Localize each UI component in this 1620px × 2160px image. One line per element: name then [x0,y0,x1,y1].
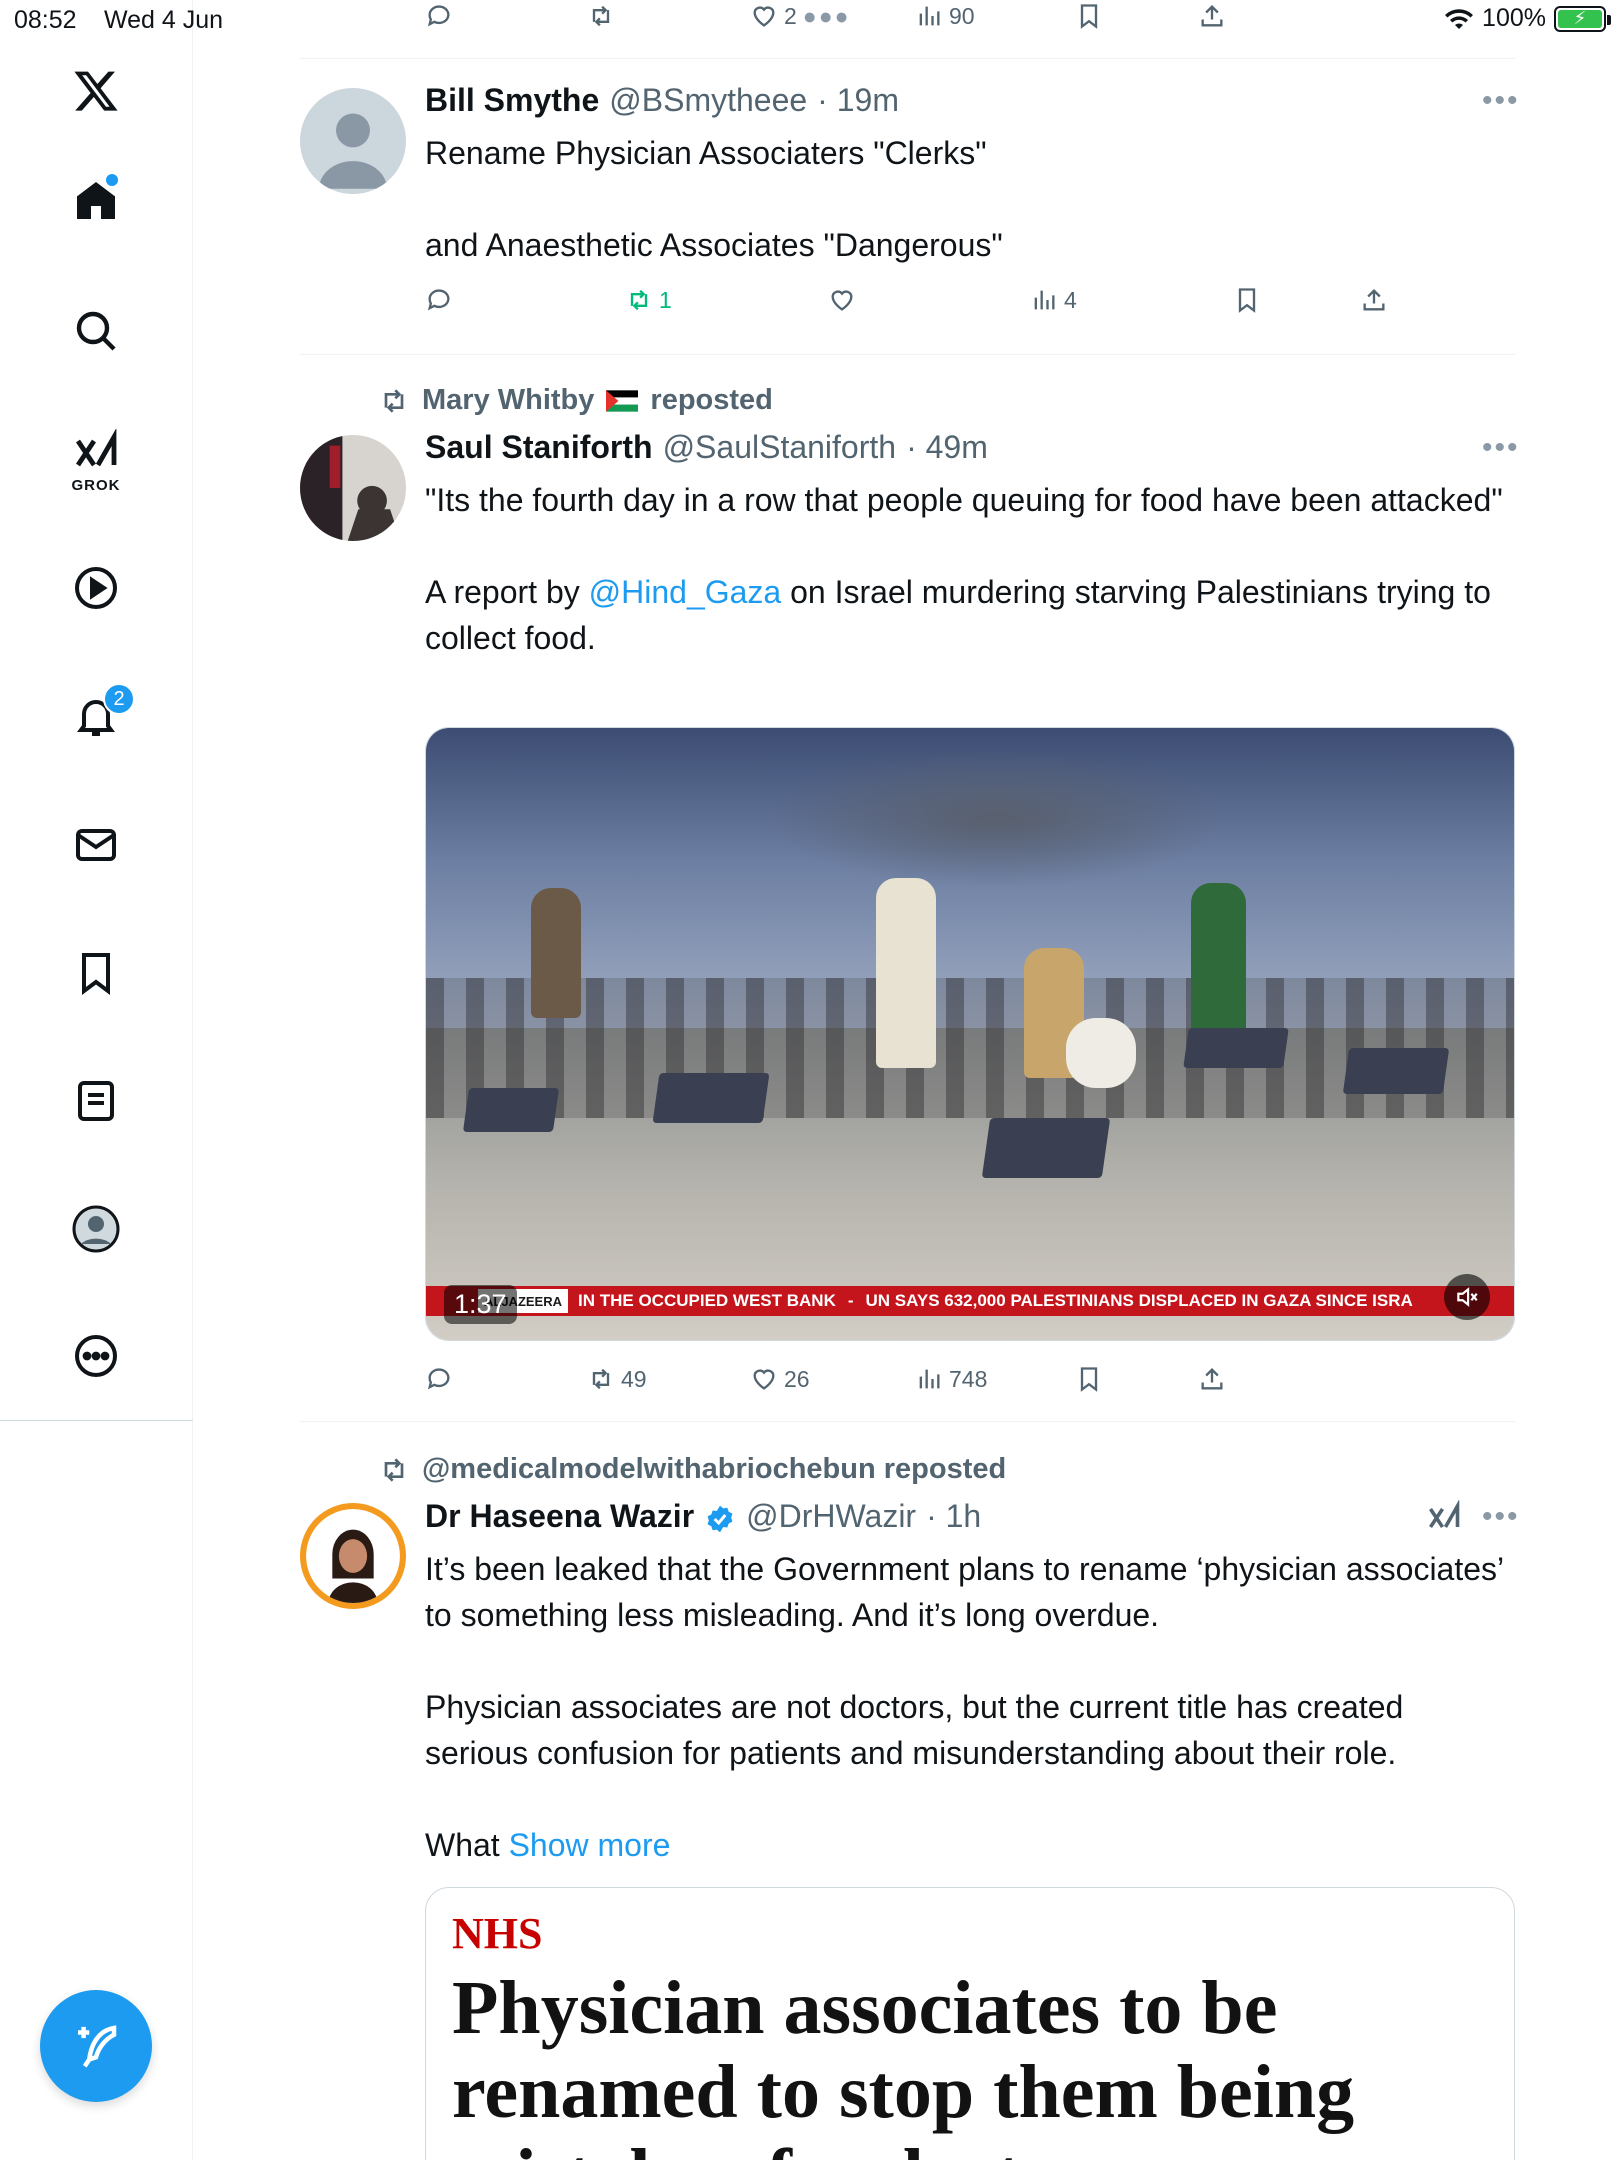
show-more-link[interactable]: Show more [509,1827,671,1863]
news-ticker: ALJAZEERA IN THE OCCUPIED WEST BANK - UN… [426,1286,1514,1316]
verified-badge-icon [704,1498,736,1535]
tweet-paragraph: Physician associates are not doctors, bu… [425,1689,1404,1771]
mute-button[interactable] [1444,1274,1490,1320]
author-handle[interactable]: @BSmytheee [609,82,807,119]
reposted-label: reposted [650,384,773,416]
tweet-actions: 49 26 748 [425,1365,1435,1405]
retweet-icon [384,388,404,413]
retweet-button[interactable]: 1 [625,286,672,314]
tweet-text-prefix: A report by [425,574,589,610]
author-name[interactable]: Bill Smythe [425,82,599,119]
card-section: NHS [452,1909,543,1958]
reply-button[interactable] [425,1365,453,1393]
retweet-count: 1 [659,286,672,313]
grok-explain-icon[interactable] [1426,1500,1462,1536]
x-logo-icon[interactable] [63,58,129,124]
like-button[interactable] [828,286,856,314]
battery-percent: 100% [1482,4,1546,32]
battery-icon: ⚡ [1554,5,1611,32]
tweet-divider [300,354,1515,355]
speaker-muted-icon [1457,1287,1478,1307]
avatar[interactable] [300,88,406,194]
retweet-icon [384,1457,404,1482]
ticker-text-1: IN THE OCCUPIED WEST BANK [578,1291,836,1310]
bookmark-button[interactable] [1075,1365,1103,1393]
views-button[interactable]: 4 [1030,286,1077,314]
like-button[interactable]: 26 [750,1365,810,1393]
retweet-button[interactable]: 49 [587,1365,647,1393]
tweet-text: "Its the fourth day in a row that people… [425,477,1515,661]
status-bar: 08:52 Wed 4 Jun 100% ⚡ [0,0,1620,40]
share-button[interactable] [1198,1365,1226,1393]
tweet-actions: 1 4 [425,286,1435,326]
reposter-name: @medicalmodelwithabriochebun reposted [422,1453,1007,1485]
video-play-icon[interactable] [63,555,129,621]
palestine-flag-icon [606,389,639,412]
repost-indicator[interactable]: Mary Whitby reposted [378,384,773,417]
compose-post-button[interactable] [40,1990,152,2102]
ticker-separator: - [847,1291,854,1310]
tweet-time[interactable]: · 19m [817,82,899,119]
views-count: 748 [949,1365,988,1392]
author-handle[interactable]: @SaulStaniforth [663,429,897,466]
profile-avatar-icon[interactable] [63,1196,129,1262]
retweet-count: 49 [621,1365,647,1392]
status-right: 100% ⚡ [1444,4,1611,33]
card-headline: Physician associates to be renamed to st… [452,1966,1355,2160]
tweet-line: and Anaesthetic Associates "Dangerous" [425,227,1003,263]
tweet-text: Rename Physician Associaters "Clerks" an… [425,130,1515,268]
author-handle[interactable]: @DrHWazir [746,1498,916,1535]
notifications-badge: 2 [103,683,135,715]
avatar[interactable] [300,435,406,541]
messages-envelope-icon[interactable] [63,812,129,878]
video-player[interactable]: ALJAZEERA IN THE OCCUPIED WEST BANK - UN… [425,727,1515,1341]
sidebar-nav: GROK 2 [0,0,193,2160]
reply-button[interactable] [425,286,453,314]
like-count: 26 [784,1365,810,1392]
bookmark-button[interactable] [1233,286,1261,314]
bookmarks-icon[interactable] [63,940,129,1006]
views-count: 4 [1064,286,1077,313]
grok-label: GROK [71,477,121,494]
share-button[interactable] [1360,286,1388,314]
more-options-icon[interactable] [63,1323,129,1389]
wifi-icon [1445,8,1474,29]
video-duration: 1:37 [444,1285,517,1324]
tweet-paragraph: What Show more [425,1822,1515,1868]
tweet-text: It’s been leaked that the Government pla… [425,1546,1515,1868]
more-menu-icon[interactable]: ••• [1482,84,1520,118]
search-icon[interactable] [63,298,129,364]
avatar[interactable] [300,1503,406,1609]
lists-icon[interactable] [63,1068,129,1134]
home-unread-dot [106,174,118,186]
author-name[interactable]: Saul Staniforth [425,429,653,466]
more-menu-icon[interactable]: ••• [1482,431,1520,465]
repost-indicator[interactable]: @medicalmodelwithabriochebun reposted [378,1453,1006,1486]
more-menu-icon[interactable]: ••• [1482,1500,1520,1534]
tweet-divider [300,58,1515,59]
tweet-paragraph: It’s been leaked that the Government pla… [425,1551,1503,1633]
author-row: Saul Staniforth @SaulStaniforth · 49m [425,429,988,466]
author-row: Dr Haseena Wazir @DrHWazir · 1h [425,1498,981,1535]
mention-link[interactable]: @Hind_Gaza [589,574,782,610]
status-time: 08:52 [14,6,77,34]
tweet-text-truncated: What [425,1827,500,1863]
tweet-line: Rename Physician Associaters "Clerks" [425,135,987,171]
tweet-paragraph: "Its the fourth day in a row that people… [425,482,1503,518]
tweet-divider [300,1421,1515,1422]
tweet-paragraph: A report by @Hind_Gaza on Israel murderi… [425,569,1515,661]
tweet-time[interactable]: · 49m [906,429,988,466]
status-date: Wed 4 Jun [104,6,224,34]
sidebar-divider [0,1420,193,1421]
tweet-time[interactable]: · 1h [926,1498,981,1535]
author-row: Bill Smythe @BSmytheee · 19m [425,82,899,119]
views-button[interactable]: 748 [915,1365,987,1393]
home-icon[interactable] [63,168,129,234]
reposter-name: Mary Whitby [422,384,595,416]
author-name[interactable]: Dr Haseena Wazir [425,1498,694,1535]
link-card[interactable]: NHS Physician associates to be renamed t… [425,1887,1515,2160]
ticker-text-2: UN SAYS 632,000 PALESTINIANS DISPLACED I… [865,1291,1413,1310]
